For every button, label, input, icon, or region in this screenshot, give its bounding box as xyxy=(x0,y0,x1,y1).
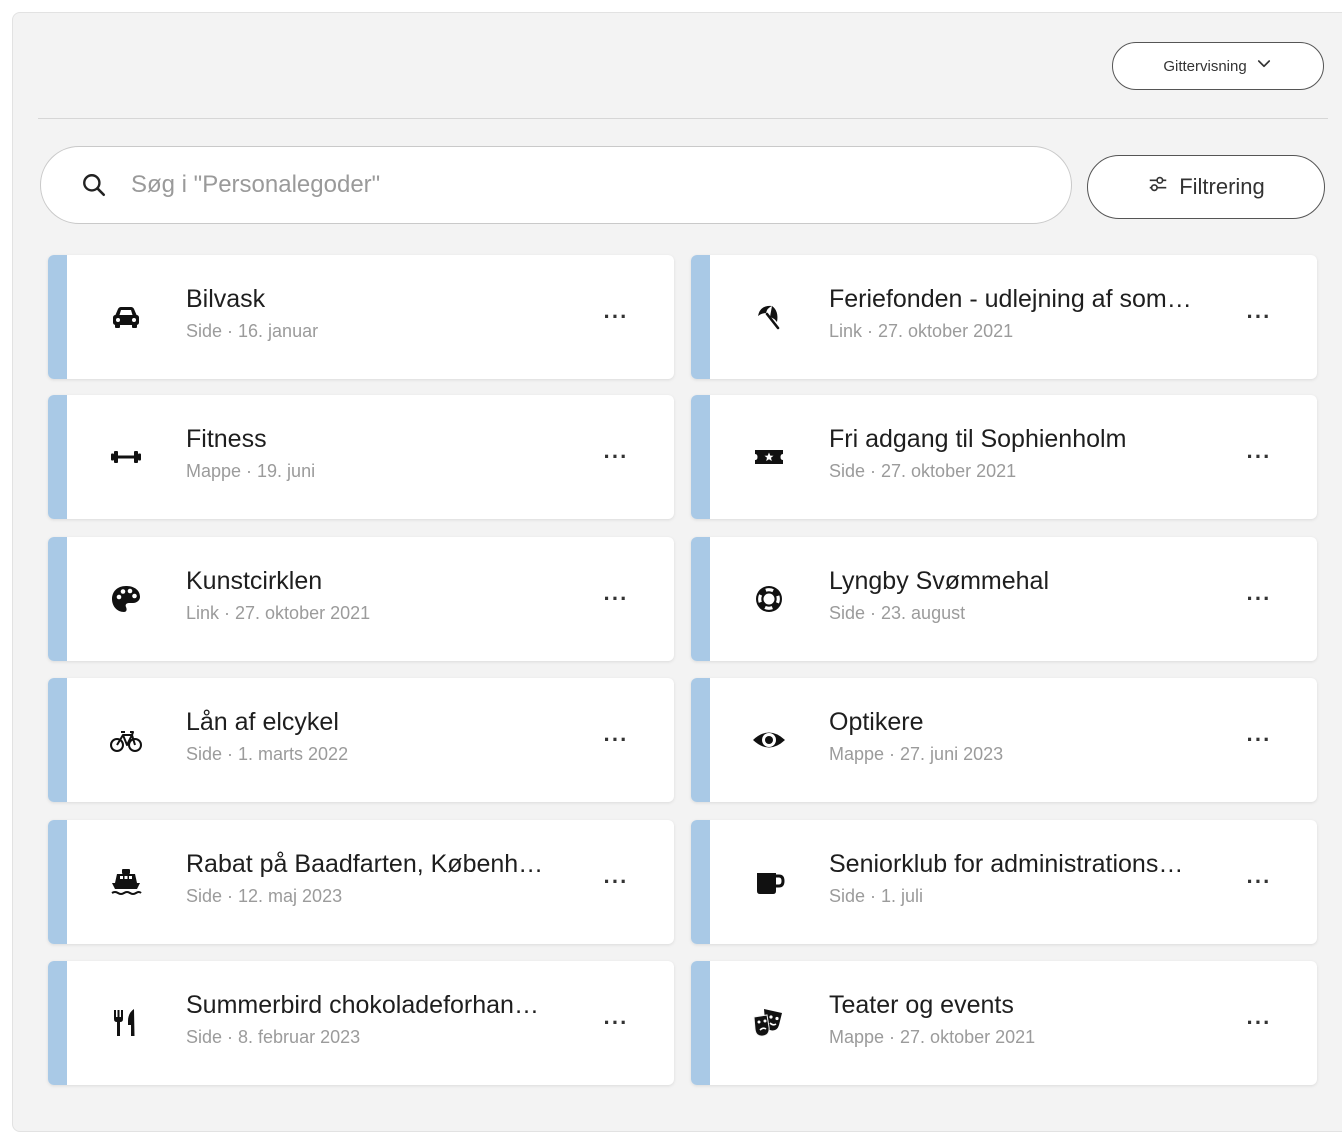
item-meta: Side · 1. juli xyxy=(829,886,924,906)
more-options-button[interactable]: ··· xyxy=(1239,864,1279,900)
more-options-button[interactable]: ··· xyxy=(596,439,636,475)
card-accent-bar xyxy=(691,395,710,519)
ferry-icon xyxy=(104,862,148,902)
theater-masks-icon xyxy=(747,1003,791,1043)
list-item[interactable]: Optikere Mappe · 27. juni 2023 ··· xyxy=(691,678,1317,802)
item-title[interactable]: Fitness xyxy=(186,425,586,454)
card-accent-bar xyxy=(691,678,710,802)
card-accent-bar xyxy=(691,820,710,944)
life-ring-icon xyxy=(747,579,791,619)
list-item[interactable]: Fri adgang til Sophienholm Side · 27. okt… xyxy=(691,395,1317,519)
item-meta: Side · 1. marts 2022 xyxy=(186,744,349,764)
chevron-down-icon xyxy=(1255,55,1273,77)
eye-icon xyxy=(747,720,791,760)
item-meta: Mappe · 27. juni 2023 xyxy=(829,744,1004,764)
grid-view-toggle-button[interactable]: Gittervisning xyxy=(1112,42,1324,90)
item-title[interactable]: Seniorklub for administrations… xyxy=(829,850,1229,879)
item-title[interactable]: Teater og events xyxy=(829,991,1229,1020)
ticket-icon xyxy=(747,437,791,477)
dumbbell-icon xyxy=(104,437,148,477)
list-item[interactable]: Bilvask Side · 16. januar ··· xyxy=(48,255,674,379)
item-title[interactable]: Kunstcirklen xyxy=(186,567,586,596)
more-options-button[interactable]: ··· xyxy=(1239,439,1279,475)
list-item[interactable]: Summerbird chokoladeforhan… Side · 8. feb… xyxy=(48,961,674,1085)
more-options-button[interactable]: ··· xyxy=(596,864,636,900)
search-icon xyxy=(79,170,109,200)
more-options-button[interactable]: ··· xyxy=(596,299,636,335)
palette-icon xyxy=(104,579,148,619)
item-meta: Side · 8. februar 2023 xyxy=(186,1027,361,1047)
card-accent-bar xyxy=(48,537,67,661)
item-meta: Mappe · 27. oktober 2021 xyxy=(829,1027,1036,1047)
item-meta: Mappe · 19. juni xyxy=(186,461,316,481)
beach-umbrella-icon xyxy=(747,297,791,337)
sliders-icon xyxy=(1147,173,1169,201)
card-accent-bar xyxy=(48,255,67,379)
card-accent-bar xyxy=(48,395,67,519)
view-toggle-label: Gittervisning xyxy=(1163,57,1247,75)
bicycle-icon xyxy=(104,720,148,760)
more-options-button[interactable]: ··· xyxy=(1239,581,1279,617)
search-bar[interactable] xyxy=(40,146,1072,224)
mug-icon xyxy=(747,862,791,902)
filter-button[interactable]: Filtrering xyxy=(1087,155,1325,219)
list-item[interactable]: Teater og events Mappe · 27. oktober 2021… xyxy=(691,961,1317,1085)
item-meta: Link · 27. oktober 2021 xyxy=(186,603,371,623)
filter-button-label: Filtrering xyxy=(1179,174,1265,199)
list-item[interactable]: Rabat på Baadfarten, Københ… Side · 12. m… xyxy=(48,820,674,944)
card-accent-bar xyxy=(48,961,67,1085)
more-options-button[interactable]: ··· xyxy=(1239,299,1279,335)
list-item[interactable]: Seniorklub for administrations… Side · 1.… xyxy=(691,820,1317,944)
item-meta: Link · 27. oktober 2021 xyxy=(829,321,1014,341)
item-title[interactable]: Optikere xyxy=(829,708,1229,737)
card-accent-bar xyxy=(691,255,710,379)
list-item[interactable]: Kunstcirklen Link · 27. oktober 2021 ··· xyxy=(48,537,674,661)
list-item[interactable]: Lyngby Svømmehal Side · 23. august ··· xyxy=(691,537,1317,661)
more-options-button[interactable]: ··· xyxy=(596,722,636,758)
item-title[interactable]: Lån af elcykel xyxy=(186,708,586,737)
item-meta: Side · 12. maj 2023 xyxy=(186,886,343,906)
card-accent-bar xyxy=(691,537,710,661)
item-title[interactable]: Fri adgang til Sophienholm xyxy=(829,425,1229,454)
item-title[interactable]: Summerbird chokoladeforhan… xyxy=(186,991,586,1020)
item-meta: Side · 27. oktober 2021 xyxy=(829,461,1017,481)
list-item[interactable]: Feriefonden - udlejning af som… Link · 27… xyxy=(691,255,1317,379)
more-options-button[interactable]: ··· xyxy=(1239,1005,1279,1041)
search-input[interactable] xyxy=(129,170,1033,200)
utensils-icon xyxy=(104,1003,148,1043)
item-title[interactable]: Feriefonden - udlejning af som… xyxy=(829,285,1229,314)
more-options-button[interactable]: ··· xyxy=(1239,722,1279,758)
more-options-button[interactable]: ··· xyxy=(596,1005,636,1041)
divider xyxy=(38,118,1328,119)
card-accent-bar xyxy=(48,678,67,802)
item-meta: Side · 16. januar xyxy=(186,321,319,341)
card-accent-bar xyxy=(691,961,710,1085)
list-item[interactable]: Fitness Mappe · 19. juni ··· xyxy=(48,395,674,519)
card-accent-bar xyxy=(48,820,67,944)
list-item[interactable]: Lån af elcykel Side · 1. marts 2022 ··· xyxy=(48,678,674,802)
item-meta: Side · 23. august xyxy=(829,603,966,623)
car-icon xyxy=(104,297,148,337)
item-title[interactable]: Rabat på Baadfarten, Københ… xyxy=(186,850,586,879)
more-options-button[interactable]: ··· xyxy=(596,581,636,617)
item-title[interactable]: Bilvask xyxy=(186,285,586,314)
item-title[interactable]: Lyngby Svømmehal xyxy=(829,567,1229,596)
